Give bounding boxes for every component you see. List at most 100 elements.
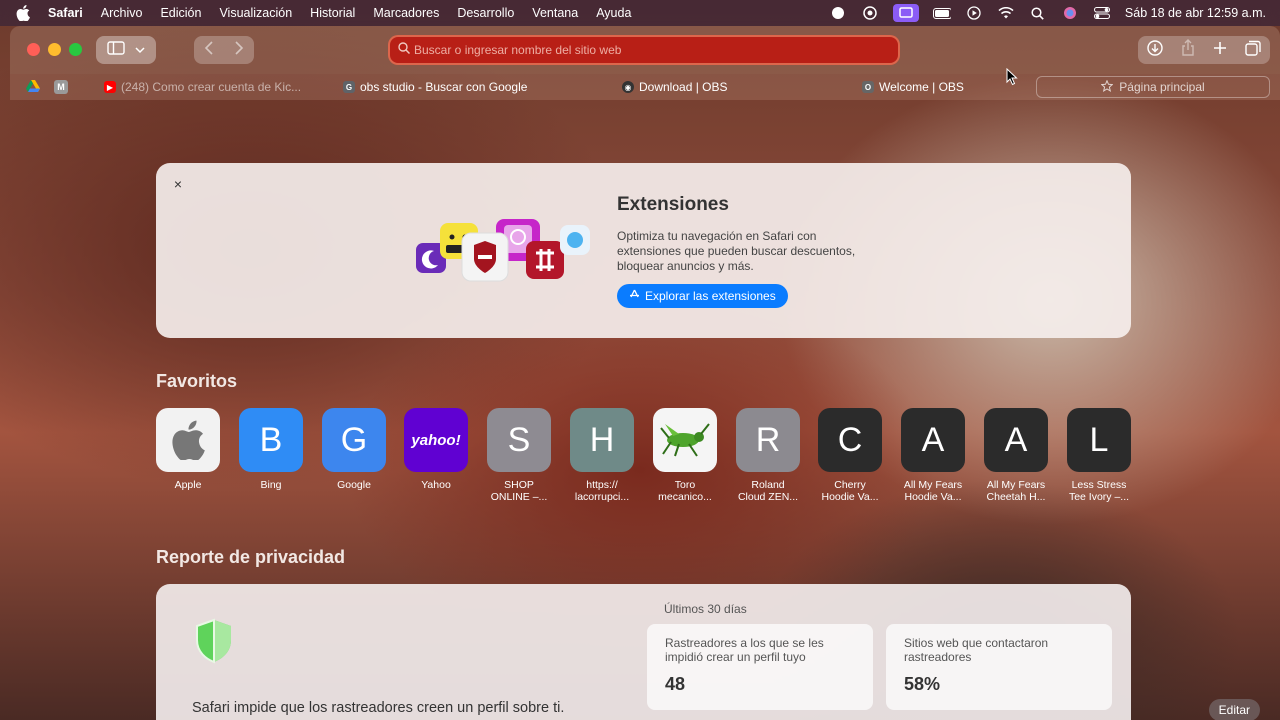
- close-window-button[interactable]: [27, 43, 40, 56]
- menu-marcadores[interactable]: Marcadores: [373, 6, 439, 20]
- favbar-link-youtube[interactable]: ▶ (248) Como crear cuenta de Kic...: [104, 80, 301, 94]
- google-drive-icon[interactable]: [26, 80, 40, 94]
- favorite-0[interactable]: Apple: [147, 408, 229, 503]
- menu-edicion[interactable]: Edición: [160, 6, 201, 20]
- menu-desarrollo[interactable]: Desarrollo: [457, 6, 514, 20]
- grasshopper-icon[interactable]: [653, 408, 717, 472]
- favorite-label: Google: [337, 479, 371, 491]
- favorite-tile[interactable]: A: [901, 408, 965, 472]
- siri-icon[interactable]: [1061, 6, 1079, 20]
- favorite-label: https:// lacorrupci...: [574, 479, 630, 503]
- obs-icon: O: [862, 81, 874, 93]
- address-input[interactable]: [414, 43, 884, 57]
- obs-icon: ◉: [622, 81, 634, 93]
- sidebar-icon: [107, 40, 125, 60]
- menu-ayuda[interactable]: Ayuda: [596, 6, 631, 20]
- back-icon[interactable]: [204, 40, 214, 60]
- favorite-6[interactable]: Toro mecanico...: [644, 408, 726, 503]
- favorite-9[interactable]: A All My Fears Hoodie Va...: [892, 408, 974, 503]
- close-icon[interactable]: ×: [170, 176, 186, 192]
- favorite-tile[interactable]: L: [1067, 408, 1131, 472]
- favorite-tile[interactable]: A: [984, 408, 1048, 472]
- trackers-stat: Rastreadores a los que se les impidió cr…: [647, 624, 873, 710]
- favbar-link-welcome-obs[interactable]: O Welcome | OBS: [862, 80, 964, 94]
- play-icon[interactable]: [965, 6, 983, 20]
- sidebar-toggle-button[interactable]: [96, 36, 156, 64]
- trackers-stat-label: Rastreadores a los que se les impidió cr…: [665, 636, 824, 664]
- forward-icon[interactable]: [234, 40, 244, 60]
- menu-app-safari[interactable]: Safari: [48, 6, 83, 20]
- favorite-11[interactable]: L Less Stress Tee Ivory –...: [1058, 408, 1140, 503]
- favorite-label: Cherry Hoodie Va...: [821, 479, 879, 503]
- battery-icon[interactable]: [932, 6, 951, 20]
- record-icon[interactable]: [829, 6, 847, 20]
- extensions-card: × Extensiones Optimiza tu navegación en …: [156, 163, 1131, 338]
- favorite-tile[interactable]: S: [487, 408, 551, 472]
- favorite-tile[interactable]: B: [239, 408, 303, 472]
- favorite-letter: C: [837, 420, 863, 459]
- favorite-tile[interactable]: H: [570, 408, 634, 472]
- screen-share-icon[interactable]: [892, 4, 919, 22]
- explore-extensions-button[interactable]: Explorar las extensiones: [617, 284, 788, 308]
- favorite-7[interactable]: R Roland Cloud ZEN...: [727, 408, 809, 503]
- share-icon[interactable]: [1181, 39, 1195, 61]
- control-center-icon[interactable]: [1093, 6, 1111, 20]
- favorite-label: Yahoo: [421, 479, 451, 491]
- menu-archivo[interactable]: Archivo: [101, 6, 143, 20]
- favbar-link-google[interactable]: G obs studio - Buscar con Google: [343, 80, 527, 94]
- favorite-1[interactable]: B Bing: [230, 408, 312, 503]
- minimize-window-button[interactable]: [48, 43, 61, 56]
- app-store-icon: [629, 289, 640, 303]
- favorite-label: Roland Cloud ZEN...: [737, 479, 799, 503]
- menu-visualizacion[interactable]: Visualización: [219, 6, 292, 20]
- privacy-report-card[interactable]: Safari impide que los rastreadores creen…: [156, 584, 1131, 720]
- menu-historial[interactable]: Historial: [310, 6, 355, 20]
- favorites-bar: M ▶ (248) Como crear cuenta de Kic... G …: [10, 74, 1280, 100]
- google-icon: G: [343, 81, 355, 93]
- extensions-description: Optimiza tu navegación en Safari con ext…: [617, 229, 856, 273]
- download-icon[interactable]: [1147, 39, 1163, 61]
- favorite-letter: A: [921, 420, 945, 459]
- address-bar[interactable]: [388, 35, 900, 65]
- apple-menu-icon[interactable]: [16, 5, 34, 21]
- m-bookmark-icon[interactable]: M: [54, 80, 68, 94]
- favorite-tile[interactable]: C: [818, 408, 882, 472]
- favorites-grid: Apple B Bing G Google yahoo! Yahoo S SHOP ONLINE…: [156, 408, 1136, 508]
- window-controls: [27, 43, 82, 56]
- favorite-tile[interactable]: G: [322, 408, 386, 472]
- favorite-3[interactable]: yahoo! Yahoo: [395, 408, 477, 503]
- tab-overview-icon[interactable]: [1245, 40, 1261, 61]
- favorite-10[interactable]: A All My Fears Cheetah H...: [975, 408, 1057, 503]
- maximize-window-button[interactable]: [69, 43, 82, 56]
- favorite-5[interactable]: Hhttps:// lacorrupci...: [561, 408, 643, 503]
- trackers-stat-value: 48: [665, 674, 686, 694]
- search-icon[interactable]: [1029, 6, 1047, 20]
- favorites-title: Favoritos: [156, 371, 238, 391]
- favorite-4[interactable]: S SHOP ONLINE –...: [478, 408, 560, 503]
- favorite-2[interactable]: G Google: [313, 408, 395, 503]
- favbar-link-label: (248) Como crear cuenta de Kic...: [121, 80, 302, 94]
- menu-ventana[interactable]: Ventana: [532, 6, 578, 20]
- obs-status-icon[interactable]: [861, 6, 879, 20]
- favorite-tile[interactable]: yahoo!: [404, 408, 468, 472]
- favorite-8[interactable]: C Cherry Hoodie Va...: [809, 408, 891, 503]
- new-tab-icon[interactable]: [1213, 41, 1227, 60]
- homepage-button[interactable]: Página principal: [1036, 76, 1270, 98]
- wifi-icon[interactable]: [997, 6, 1015, 20]
- favorite-label: Apple: [174, 479, 202, 491]
- mouse-pointer-icon: [1006, 67, 1018, 86]
- safari-window: M ▶ (248) Como crear cuenta de Kic... G …: [10, 26, 1280, 720]
- clock[interactable]: Sáb 18 de abr 12:59 a.m.: [1125, 6, 1266, 20]
- favorite-label: All My Fears Cheetah H...: [986, 479, 1046, 503]
- favbar-link-label: Download | OBS: [639, 80, 728, 94]
- chevron-down-icon[interactable]: [135, 41, 145, 59]
- favorite-letter: L: [1089, 420, 1109, 459]
- extensions-title: Extensiones: [617, 194, 729, 215]
- favorite-tile[interactable]: R: [736, 408, 800, 472]
- shield-icon: [194, 618, 234, 664]
- favbar-link-download-obs[interactable]: ◉ Download | OBS: [622, 80, 728, 94]
- apple-icon[interactable]: [156, 408, 220, 472]
- edit-button[interactable]: Editar: [1208, 699, 1260, 720]
- extensions-illustration: [414, 215, 592, 285]
- privacy-report-title: Reporte de privacidad: [156, 547, 346, 567]
